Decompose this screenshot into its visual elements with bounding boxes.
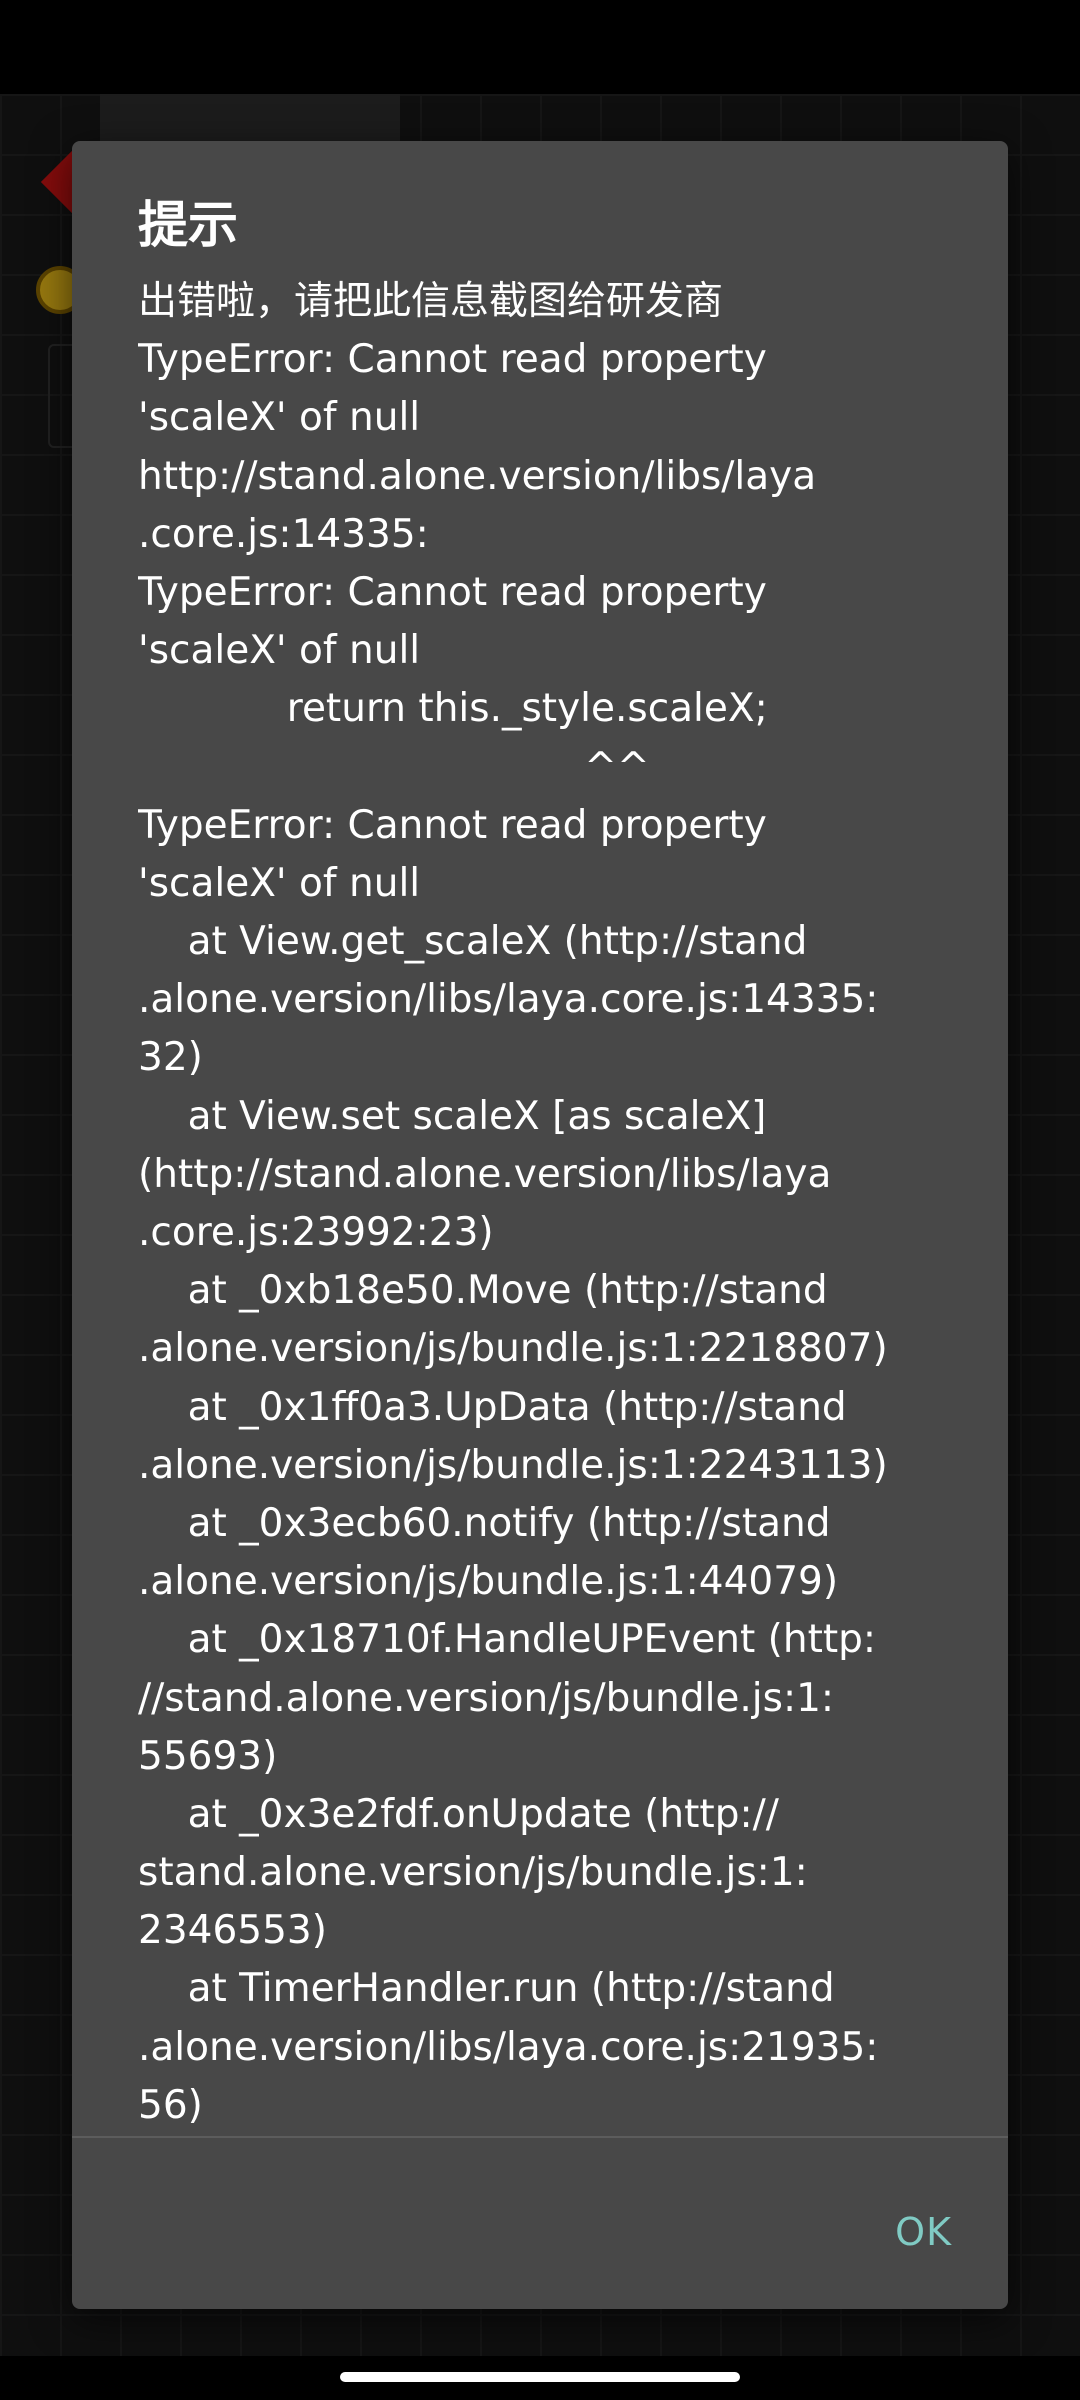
ok-button[interactable]: OK xyxy=(812,2187,972,2277)
error-message-line: TypeError: Cannot read property xyxy=(138,569,767,615)
error-message-line: ^^ xyxy=(138,744,650,790)
error-message-line: at View.set scaleX [as scaleX] xyxy=(138,1093,767,1139)
dialog-title: 提示 xyxy=(138,196,238,254)
error-message-line: 55693) xyxy=(138,1733,278,1779)
error-message-line: http://stand.alone.version/libs/laya xyxy=(138,453,817,499)
error-message-line: TypeError: Cannot read property xyxy=(138,337,767,383)
error-dialog: 提示 出错啦，请把此信息截图给研发商 TypeError: Cannot read… xyxy=(72,141,1008,2309)
error-message-line: TypeError: Cannot read property xyxy=(138,802,767,848)
error-message-line: 56) xyxy=(138,2082,203,2128)
error-message-line: at _0x3ecb60.notify (http://stand xyxy=(138,1500,831,1546)
error-message-line: 32) xyxy=(138,1035,203,1081)
error-message-line: at View.get_scaleX (http://stand xyxy=(138,919,808,965)
error-message-line: .alone.version/libs/laya.core.js:21935: xyxy=(138,2024,879,2070)
error-message-line: .alone.version/js/bundle.js:1:2243113) xyxy=(138,1442,888,1488)
screen: 提示 出错啦，请把此信息截图给研发商 TypeError: Cannot read… xyxy=(0,0,1080,2400)
home-indicator[interactable] xyxy=(340,2372,740,2382)
error-message-line: (http://stand.alone.version/libs/laya xyxy=(138,1151,832,1197)
error-message-line: 'scaleX' of null xyxy=(138,395,421,441)
error-message-line: at _0x3e2fdf.onUpdate (http:// xyxy=(138,1791,779,1837)
error-message-line: .alone.version/js/bundle.js:1:44079) xyxy=(138,1559,839,1605)
error-message-line: 出错啦，请把此信息截图给研发商 xyxy=(138,279,724,324)
error-message-line: 'scaleX' of null xyxy=(138,860,421,906)
error-message-line: .core.js:14335: xyxy=(138,511,429,557)
error-message-line: 2346553) xyxy=(138,1908,327,1954)
error-message-line: .alone.version/libs/laya.core.js:14335: xyxy=(138,977,879,1023)
error-message-line: at _0x1ff0a3.UpData (http://stand xyxy=(138,1384,847,1430)
error-message-line: at _0xb18e50.Move (http://stand xyxy=(138,1268,828,1314)
error-message-line: .alone.version/js/bundle.js:1:2218807) xyxy=(138,1326,888,1372)
error-message-line: stand.alone.version/js/bundle.js:1: xyxy=(138,1850,808,1896)
error-message-line: 'scaleX' of null xyxy=(138,628,421,674)
error-message-scroll[interactable]: 出错啦，请把此信息截图给研发商 TypeError: Cannot read pr… xyxy=(138,273,988,2268)
error-message-line: return this._style.scaleX; xyxy=(138,686,768,732)
error-message-line: at TimerHandler.run (http://stand xyxy=(138,1966,835,2012)
error-message-line: //stand.alone.version/js/bundle.js:1: xyxy=(138,1675,835,1721)
error-message-line: at _0x18710f.HandleUPEvent (http: xyxy=(138,1617,877,1663)
dialog-divider xyxy=(72,2136,1008,2138)
error-message-line: .core.js:23992:23) xyxy=(138,1210,494,1255)
